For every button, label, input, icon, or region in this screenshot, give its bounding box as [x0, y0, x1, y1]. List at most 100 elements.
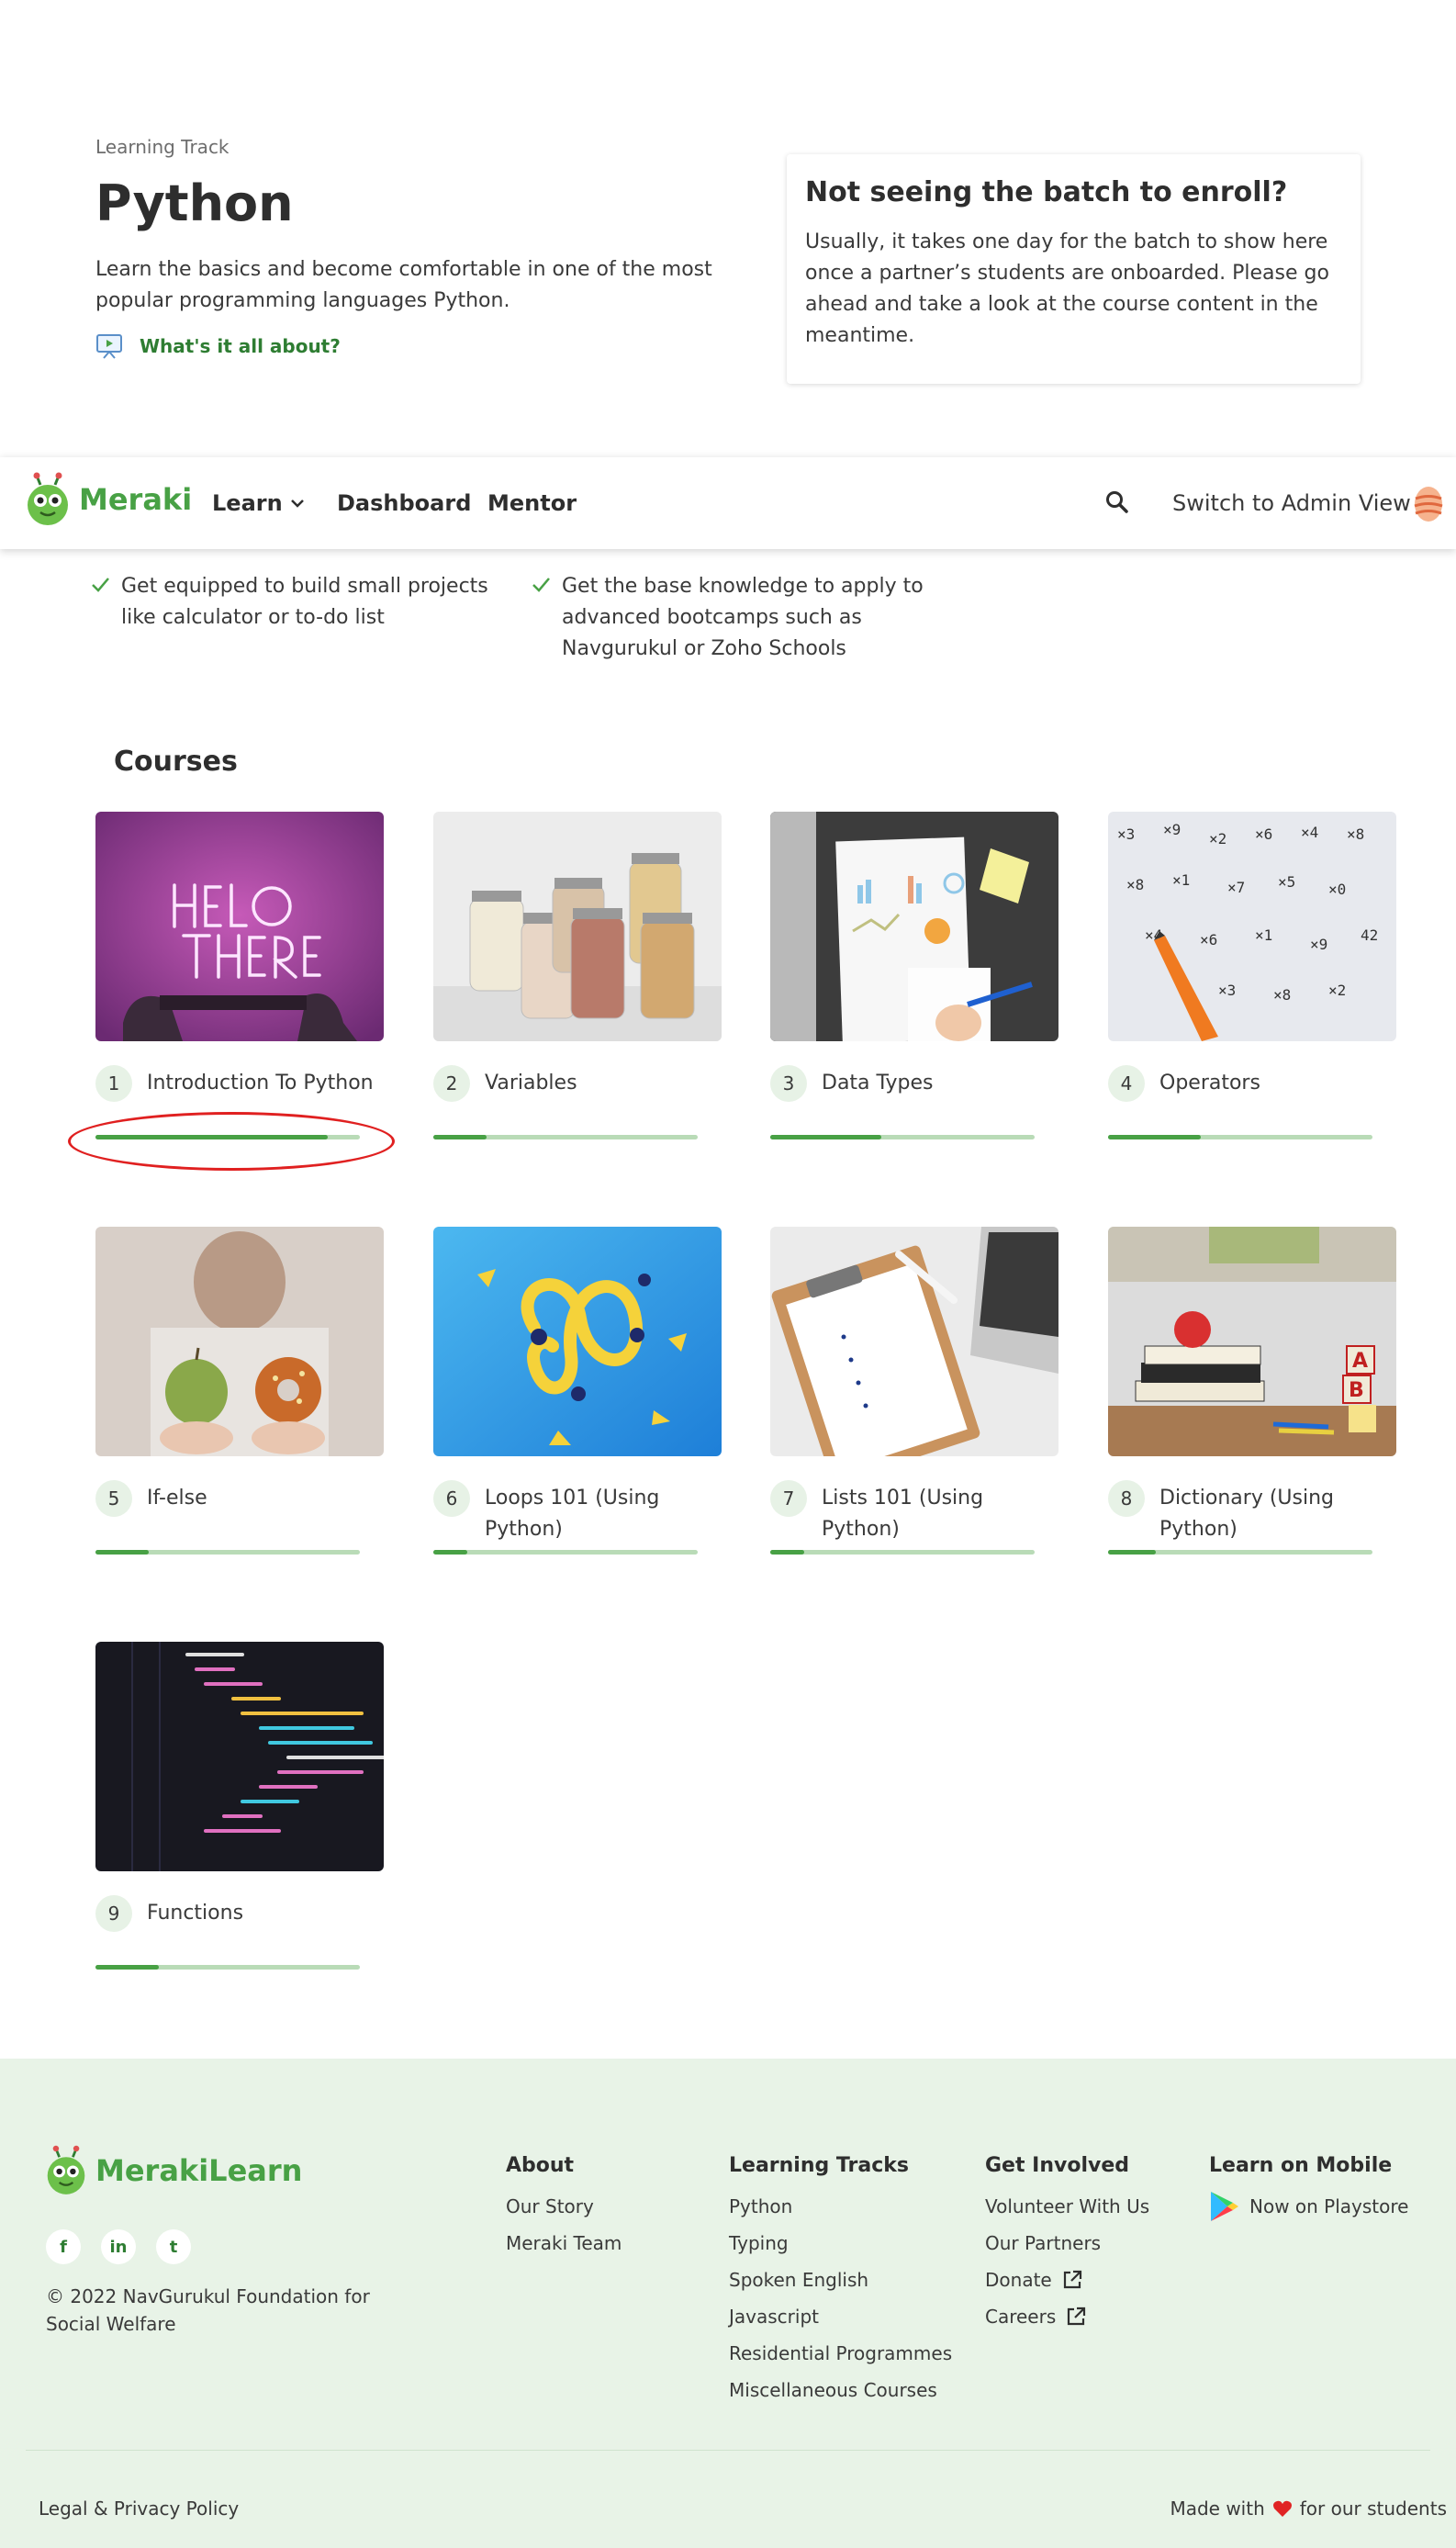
svg-text:×4: ×4 — [1301, 824, 1318, 841]
svg-text:×9: ×9 — [1310, 936, 1327, 953]
social-links: f in t — [46, 2229, 191, 2264]
footer-column-learn-on-mobile: Learn on Mobile Now on Playstore — [1209, 2154, 1408, 2225]
linkedin-icon[interactable]: in — [101, 2229, 136, 2264]
playstore-label: Now on Playstore — [1249, 2195, 1409, 2217]
check-icon — [532, 578, 550, 592]
nav-dashboard-link[interactable]: Dashboard — [337, 490, 471, 516]
whats-it-about-link[interactable]: What's it all about? — [95, 333, 738, 360]
course-name: Dictionary (Using Python) — [1159, 1487, 1334, 1541]
svg-text:×3: ×3 — [1218, 982, 1236, 999]
course-number: 8 — [1108, 1480, 1145, 1517]
footer-link-typing[interactable]: Typing — [729, 2225, 952, 2262]
footer-column-title: Learning Tracks — [729, 2154, 909, 2177]
footer-link-meraki-team[interactable]: Meraki Team — [506, 2225, 622, 2262]
course-progress-bar — [433, 1550, 698, 1555]
course-number: 1 — [95, 1065, 132, 1102]
course-progress-fill — [1108, 1550, 1156, 1555]
footer-link-volunteer[interactable]: Volunteer With Us — [985, 2188, 1149, 2225]
course-name: Lists 101 (Using Python) — [822, 1487, 984, 1541]
svg-text:×8: ×8 — [1126, 876, 1144, 893]
svg-text:×6: ×6 — [1200, 931, 1217, 948]
search-icon[interactable] — [1103, 488, 1131, 516]
course-title-row: 9 Functions — [95, 1895, 384, 1932]
course-card-operators[interactable]: ×3 ×9 ×2 ×6 ×4 ×8 ×8 ×1 ×7 ×5 ×0 ×4 ×6 ×1 ×9 42 ×3 ×8 ×… — [1108, 812, 1396, 1139]
course-card-loops-101[interactable]: 6 Loops 101 (Using Python) — [433, 1227, 722, 1555]
course-card-if-else[interactable]: 5 If-else — [95, 1227, 384, 1555]
course-name: Functions — [147, 1902, 244, 1925]
page-title: Python — [95, 174, 294, 232]
course-progress-bar — [95, 1550, 360, 1555]
svg-text:×7: ×7 — [1227, 879, 1245, 896]
course-thumbnail — [770, 812, 1058, 1041]
footer-link-javascript[interactable]: Javascript — [729, 2298, 952, 2335]
course-progress-fill — [433, 1135, 487, 1139]
course-card-dictionary[interactable]: A B 8 Dictionary (Using Python) — [1108, 1227, 1396, 1555]
course-number: 4 — [1108, 1065, 1145, 1102]
svg-text:×8: ×8 — [1273, 986, 1291, 1004]
course-card-variables[interactable]: 2 Variables — [433, 812, 722, 1139]
heart-icon — [1272, 2500, 1292, 2517]
avatar[interactable] — [1410, 483, 1447, 523]
svg-text:×1: ×1 — [1172, 871, 1190, 889]
whats-it-about-label: What's it all about? — [140, 335, 341, 358]
course-thumbnail — [433, 1227, 722, 1456]
footer-column-about: About Our Story Meraki Team — [506, 2154, 622, 2262]
course-card-data-types[interactable]: 3 Data Types — [770, 812, 1058, 1139]
footer-link-our-story[interactable]: Our Story — [506, 2188, 622, 2225]
footer-link-spoken-english[interactable]: Spoken English — [729, 2262, 952, 2298]
course-progress-fill — [95, 1550, 149, 1555]
twitter-icon[interactable]: t — [156, 2229, 191, 2264]
nav-learn-menu[interactable]: Learn — [212, 490, 305, 516]
footer-logo[interactable]: MerakiLearn — [44, 2143, 302, 2198]
footer-link-careers-label: Careers — [985, 2306, 1057, 2328]
nav-mentor-link[interactable]: Mentor — [487, 490, 577, 516]
footer-link-miscellaneous-courses[interactable]: Miscellaneous Courses — [729, 2372, 952, 2408]
course-name: Operators — [1159, 1072, 1260, 1094]
course-progress-bar — [95, 1965, 360, 1970]
footer-logo-text: MerakiLearn — [95, 2153, 303, 2188]
footer-link-our-partners[interactable]: Our Partners — [985, 2225, 1149, 2262]
outcome-text: Get the base knowledge to apply to advan… — [562, 575, 924, 660]
course-title-row: 8 Dictionary (Using Python) — [1108, 1480, 1396, 1545]
course-number: 6 — [433, 1480, 470, 1517]
svg-text:42: 42 — [1361, 926, 1378, 944]
switch-admin-view-button[interactable]: Switch to Admin View — [1172, 490, 1411, 516]
outcome-item: Get the base knowledge to apply to advan… — [531, 571, 953, 665]
svg-text:×3: ×3 — [1117, 825, 1135, 843]
course-number: 7 — [770, 1480, 807, 1517]
course-thumbnail — [770, 1227, 1058, 1456]
footer-divider — [26, 2450, 1430, 2451]
svg-text:×8: ×8 — [1347, 825, 1364, 843]
course-card-lists-101[interactable]: 7 Lists 101 (Using Python) — [770, 1227, 1058, 1555]
footer-link-residential-programmes[interactable]: Residential Programmes — [729, 2335, 952, 2372]
legal-privacy-link[interactable]: Legal & Privacy Policy — [39, 2497, 239, 2520]
svg-text:×0: ×0 — [1328, 881, 1346, 898]
course-thumbnail: A B — [1108, 1227, 1396, 1456]
copyright-text: © 2022 NavGurukul Foundation for Social … — [46, 2285, 370, 2335]
meraki-mascot-icon — [47, 2145, 85, 2194]
course-name: If-else — [147, 1487, 207, 1510]
notice-title: Not seeing the batch to enroll? — [805, 176, 1288, 208]
footer-link-careers[interactable]: Careers — [985, 2298, 1149, 2335]
course-title-row: 3 Data Types — [770, 1065, 1058, 1102]
footer-link-python[interactable]: Python — [729, 2188, 952, 2225]
playstore-link[interactable]: Now on Playstore — [1209, 2188, 1408, 2225]
learning-outcomes: Get equipped to build small projects lik… — [90, 571, 953, 665]
footer-column-get-involved: Get Involved Volunteer With Us Our Partn… — [985, 2154, 1149, 2335]
site-footer: MerakiLearn f in t © 2022 NavGurukul Fou… — [0, 2059, 1456, 2548]
logo-text: Meraki — [79, 482, 193, 517]
footer-column-title: Get Involved — [985, 2154, 1130, 2177]
course-progress-fill — [95, 1965, 160, 1970]
facebook-icon[interactable]: f — [46, 2229, 81, 2264]
svg-text:B: B — [1349, 1379, 1364, 1402]
course-card-functions[interactable]: 9 Functions — [95, 1642, 384, 1970]
course-card-introduction-to-python[interactable]: 1 Introduction To Python — [95, 812, 384, 1139]
course-progress-fill — [1108, 1135, 1201, 1139]
progress-highlight-annotation — [68, 1112, 395, 1171]
footer-link-donate[interactable]: Donate — [985, 2262, 1149, 2298]
meraki-logo[interactable]: Meraki — [24, 472, 192, 527]
svg-text:×2: ×2 — [1209, 830, 1226, 847]
course-name: Variables — [485, 1072, 577, 1094]
course-thumbnail — [95, 812, 384, 1041]
svg-text:×5: ×5 — [1278, 873, 1295, 891]
